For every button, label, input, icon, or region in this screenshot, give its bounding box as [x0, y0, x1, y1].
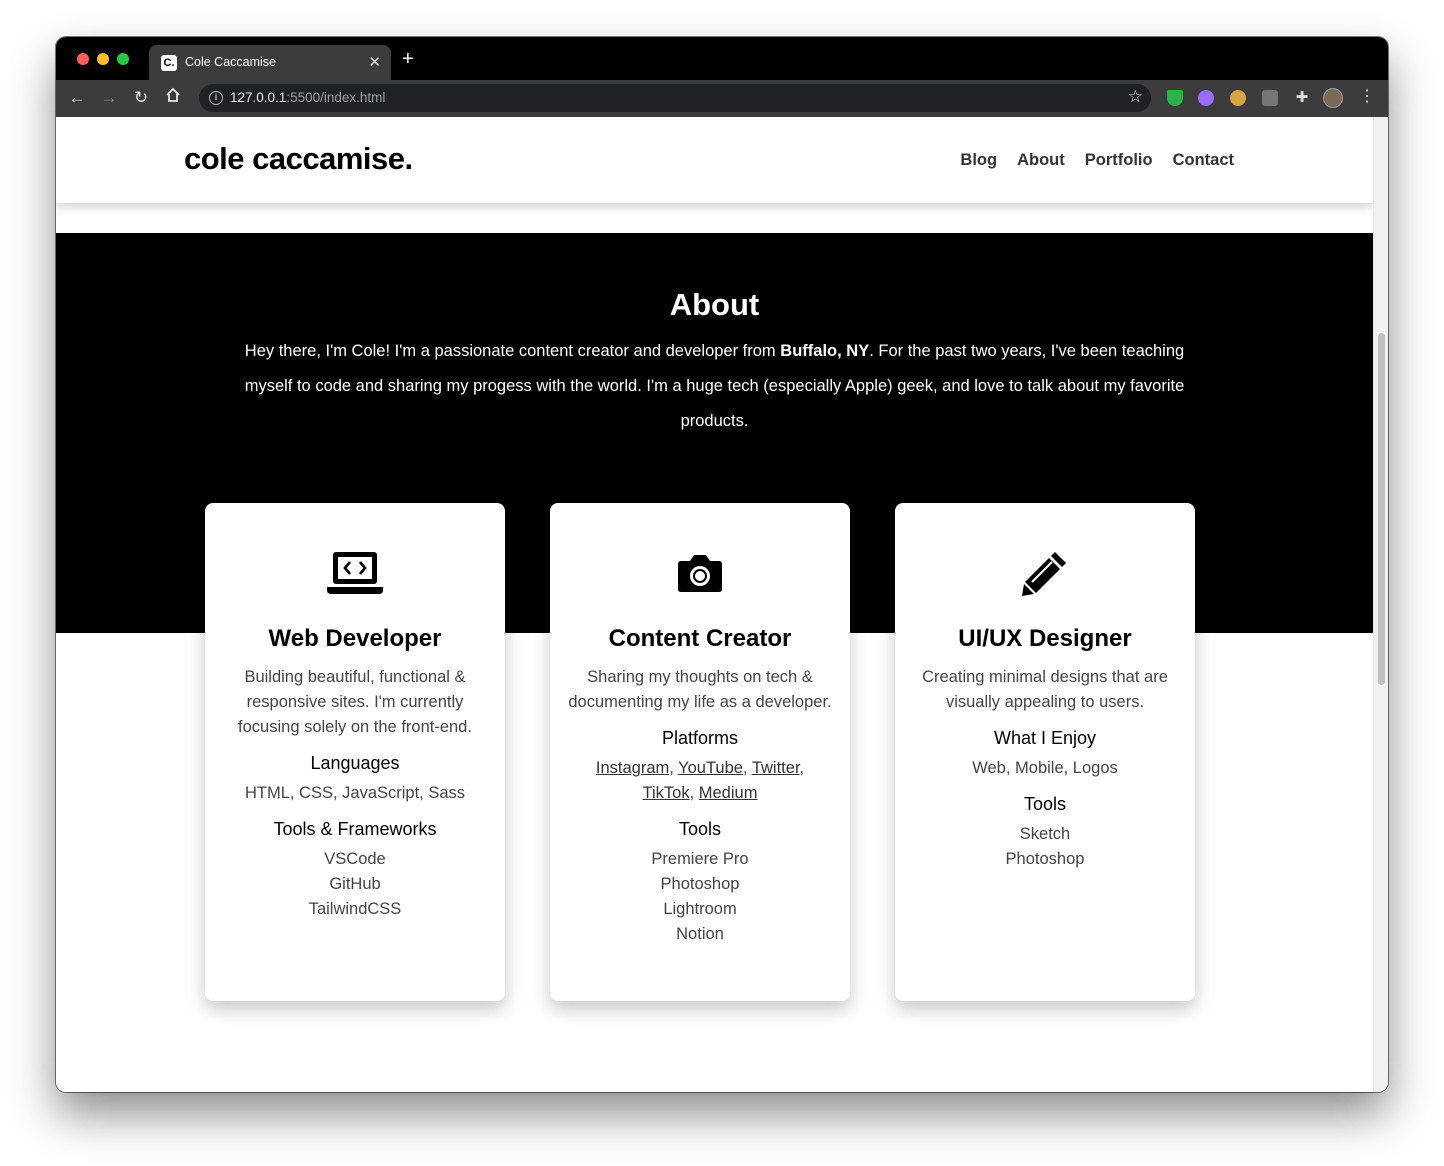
- site-logo[interactable]: cole caccamise.: [184, 141, 413, 177]
- profile-avatar[interactable]: [1323, 88, 1343, 108]
- card-value: Web, Mobile, Logos: [972, 759, 1118, 777]
- browser-toolbar: ← → ↻ i 127.0.0.1:5500/index.html ☆ ✚ ⋮: [56, 80, 1388, 117]
- card-value: HTML, CSS, JavaScript, Sass: [244, 784, 466, 802]
- site-info-icon[interactable]: i: [209, 91, 223, 105]
- instagram-link[interactable]: Instagram: [596, 759, 669, 777]
- bookmark-star-icon[interactable]: ☆: [1128, 87, 1143, 107]
- medium-link[interactable]: Medium: [699, 784, 758, 802]
- card-list-item: Premiere Pro: [651, 850, 749, 868]
- reload-icon[interactable]: ↻: [130, 87, 152, 109]
- laptop-code-icon: [205, 549, 505, 597]
- twitter-link[interactable]: Twitter: [752, 759, 800, 777]
- nav-portfolio-link[interactable]: Portfolio: [1085, 151, 1153, 170]
- extensions-puzzle-icon[interactable]: ✚: [1294, 90, 1310, 106]
- m-extension-icon[interactable]: [1262, 90, 1278, 106]
- card-list-item: Notion: [676, 925, 724, 943]
- card-description: Creating minimal designs that are visual…: [922, 668, 1168, 711]
- minimize-window-button[interactable]: [97, 53, 109, 65]
- card-list-item: TailwindCSS: [308, 900, 402, 918]
- camera-icon: [550, 549, 850, 597]
- card-subheading: Tools: [1023, 794, 1067, 814]
- nav-about-link[interactable]: About: [1017, 151, 1065, 170]
- favicon-icon: C.: [161, 55, 177, 71]
- address-bar[interactable]: i 127.0.0.1:5500/index.html ☆: [199, 84, 1151, 112]
- pencil-icon: [895, 549, 1195, 597]
- card-web-developer: Web Developer Building beautiful, functi…: [205, 503, 505, 1001]
- page-viewport: cole caccamise. Blog About Portfolio Con…: [56, 117, 1373, 1092]
- new-tab-button[interactable]: +: [402, 49, 414, 69]
- browser-tab[interactable]: C. Cole Caccamise ✕: [149, 45, 391, 80]
- card-title: Web Developer: [268, 625, 442, 652]
- card-list-item: Sketch: [1019, 825, 1071, 843]
- card-subheading: Platforms: [661, 728, 739, 748]
- tiktok-link[interactable]: TikTok: [643, 784, 690, 802]
- card-list-item: VSCode: [324, 850, 386, 868]
- about-intro: Hey there, I'm Cole! I'm a passionate co…: [244, 342, 1185, 430]
- card-list-item: GitHub: [329, 875, 381, 893]
- site-nav: Blog About Portfolio Contact: [960, 151, 1234, 170]
- page-scrollbar[interactable]: [1373, 117, 1388, 1092]
- home-icon[interactable]: [162, 87, 184, 109]
- card-description: Sharing my thoughts on tech & documentin…: [568, 668, 832, 711]
- card-subheading: Tools & Frameworks: [273, 819, 437, 839]
- shield-extension-icon[interactable]: [1167, 90, 1183, 106]
- card-description: Building beautiful, functional & respons…: [238, 668, 472, 736]
- tab-close-icon[interactable]: ✕: [368, 53, 381, 71]
- youtube-link[interactable]: YouTube: [678, 759, 743, 777]
- card-ui-ux-designer: UI/UX Designer Creating minimal designs …: [895, 503, 1195, 1001]
- close-window-button[interactable]: [77, 53, 89, 65]
- card-content-creator: Content Creator Sharing my thoughts on t…: [550, 503, 850, 1001]
- paint-extension-icon[interactable]: [1198, 90, 1214, 106]
- back-arrow-icon[interactable]: ←: [66, 87, 88, 109]
- browser-window: C. Cole Caccamise ✕ + ← → ↻ i 127.0.0.1:…: [56, 37, 1388, 1092]
- more-menu-icon[interactable]: ⋮: [1359, 86, 1375, 108]
- card-subheading: Tools: [678, 819, 722, 839]
- scrollbar-thumb[interactable]: [1378, 333, 1385, 685]
- card-title: UI/UX Designer: [958, 625, 1132, 652]
- card-list-item: Lightroom: [663, 900, 737, 918]
- nav-blog-link[interactable]: Blog: [960, 151, 997, 170]
- card-subheading: Languages: [310, 753, 400, 773]
- tab-strip: C. Cole Caccamise ✕ +: [56, 37, 1388, 80]
- card-subheading: What I Enjoy: [993, 728, 1097, 748]
- nav-contact-link[interactable]: Contact: [1173, 151, 1234, 170]
- card-list-item: Photoshop: [1005, 850, 1085, 868]
- about-heading: About: [669, 287, 760, 322]
- glasses-extension-icon[interactable]: [1230, 90, 1246, 106]
- forward-arrow-icon[interactable]: →: [98, 87, 120, 109]
- maximize-window-button[interactable]: [117, 53, 129, 65]
- card-title: Content Creator: [608, 625, 792, 652]
- tab-title: Cole Caccamise: [185, 55, 277, 69]
- card-list-item: Photoshop: [660, 875, 740, 893]
- site-header: cole caccamise. Blog About Portfolio Con…: [56, 117, 1373, 203]
- platform-links: Instagram, YouTube, Twitter, TikTok, Medi…: [595, 759, 805, 802]
- url-text: 127.0.0.1:5500/index.html: [230, 90, 386, 105]
